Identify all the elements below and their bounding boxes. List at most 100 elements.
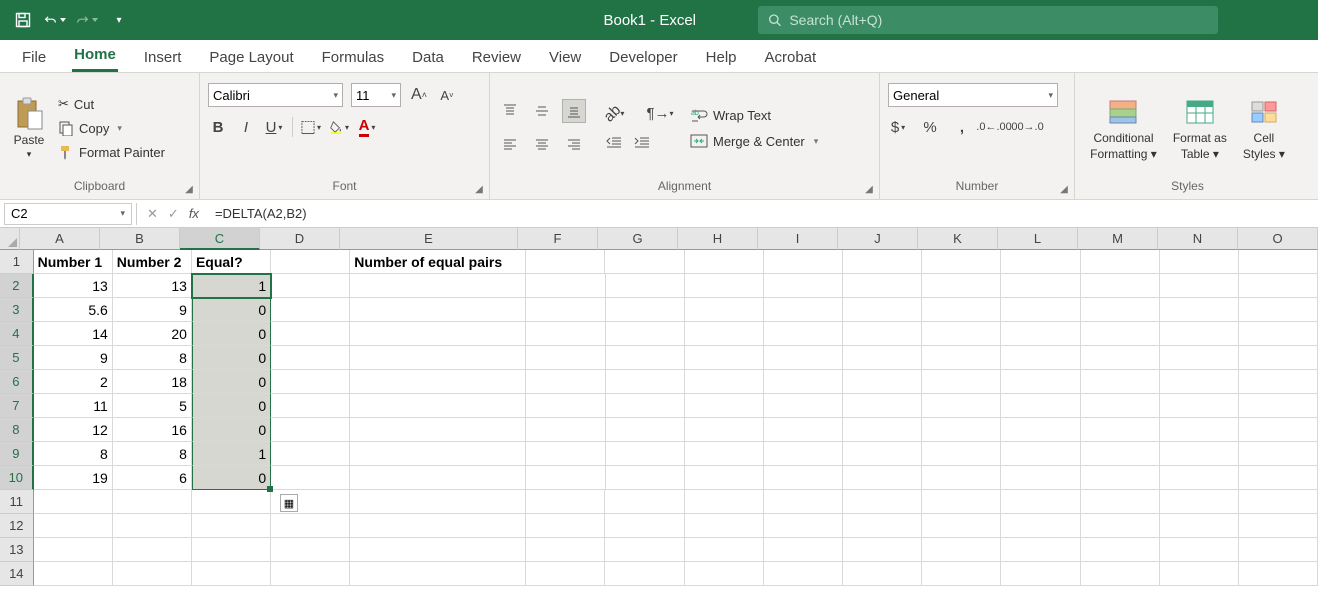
qat-customize-icon[interactable]: ▾: [108, 9, 130, 31]
cell[interactable]: [526, 370, 605, 394]
increase-font-icon[interactable]: A˄: [409, 85, 429, 105]
cell[interactable]: [1160, 562, 1239, 586]
cell[interactable]: [526, 394, 605, 418]
cell[interactable]: [843, 346, 922, 370]
underline-button[interactable]: U▾: [264, 117, 284, 137]
comma-button[interactable]: ,: [952, 117, 972, 137]
row-header[interactable]: 2: [0, 274, 34, 298]
cell[interactable]: [1001, 490, 1080, 514]
cell[interactable]: [1160, 298, 1239, 322]
cell[interactable]: 8: [113, 346, 192, 370]
row-header[interactable]: 1: [0, 250, 34, 274]
cell[interactable]: [526, 322, 605, 346]
cell[interactable]: 14: [34, 322, 113, 346]
cell[interactable]: [350, 274, 526, 298]
cell[interactable]: [1081, 322, 1160, 346]
cell[interactable]: 16: [113, 418, 192, 442]
cell[interactable]: [843, 466, 922, 490]
cell[interactable]: [1001, 394, 1080, 418]
cell[interactable]: [843, 490, 922, 514]
column-header[interactable]: E: [340, 228, 518, 250]
cell[interactable]: [1081, 466, 1160, 490]
cell[interactable]: [1001, 466, 1080, 490]
fill-handle[interactable]: [267, 486, 273, 492]
cell[interactable]: [922, 538, 1001, 562]
cell[interactable]: 0: [192, 322, 271, 346]
cell[interactable]: [113, 538, 192, 562]
column-header[interactable]: H: [678, 228, 758, 250]
cell[interactable]: [113, 490, 192, 514]
column-header[interactable]: F: [518, 228, 598, 250]
cell[interactable]: 11: [34, 394, 113, 418]
cell[interactable]: [606, 274, 685, 298]
cell[interactable]: 5.6: [34, 298, 113, 322]
cell[interactable]: [922, 322, 1001, 346]
column-header[interactable]: L: [998, 228, 1078, 250]
cell[interactable]: [1160, 490, 1239, 514]
cell[interactable]: [606, 298, 685, 322]
cell[interactable]: [764, 442, 843, 466]
cell[interactable]: 0: [192, 346, 271, 370]
cell[interactable]: [526, 418, 605, 442]
row-header[interactable]: 9: [0, 442, 34, 466]
cell[interactable]: [764, 322, 843, 346]
column-header[interactable]: C: [180, 228, 260, 250]
cell[interactable]: [685, 562, 764, 586]
dialog-launcher-icon[interactable]: ◢: [1058, 183, 1070, 195]
cell[interactable]: [1239, 370, 1318, 394]
cell[interactable]: [922, 274, 1001, 298]
align-bottom-icon[interactable]: [562, 99, 586, 123]
cell[interactable]: [1160, 514, 1239, 538]
italic-button[interactable]: I: [236, 117, 256, 137]
cell[interactable]: [34, 562, 113, 586]
cell[interactable]: [1239, 418, 1318, 442]
cell[interactable]: [922, 514, 1001, 538]
cell[interactable]: [922, 394, 1001, 418]
cell[interactable]: [764, 394, 843, 418]
cell[interactable]: [350, 394, 526, 418]
cell[interactable]: [1081, 490, 1160, 514]
cell[interactable]: [526, 562, 605, 586]
cell[interactable]: [350, 322, 526, 346]
cell[interactable]: [271, 298, 350, 322]
cell[interactable]: [1001, 562, 1080, 586]
fx-icon[interactable]: fx: [189, 206, 199, 221]
cell[interactable]: [271, 250, 350, 274]
cell[interactable]: [843, 562, 922, 586]
cell[interactable]: [764, 370, 843, 394]
cell[interactable]: [606, 370, 685, 394]
increase-decimal-icon[interactable]: .0←.00: [984, 117, 1004, 137]
paste-button[interactable]: Paste ▾: [8, 97, 50, 160]
cell[interactable]: [1160, 346, 1239, 370]
tab-acrobat[interactable]: Acrobat: [763, 45, 819, 72]
cell[interactable]: [764, 490, 843, 514]
column-header[interactable]: M: [1078, 228, 1158, 250]
orientation-button[interactable]: ab▾: [604, 103, 624, 123]
row-header[interactable]: 13: [0, 538, 34, 562]
cell[interactable]: [685, 442, 764, 466]
number-format-combo[interactable]: General▾: [888, 83, 1058, 107]
cell[interactable]: Number of equal pairs: [350, 250, 526, 274]
cell[interactable]: [1239, 514, 1318, 538]
cell[interactable]: [843, 370, 922, 394]
cell[interactable]: [1081, 250, 1160, 274]
cell[interactable]: [526, 346, 605, 370]
increase-indent-icon[interactable]: [632, 133, 652, 153]
cell[interactable]: [350, 346, 526, 370]
row-header[interactable]: 12: [0, 514, 34, 538]
cell[interactable]: 20: [113, 322, 192, 346]
cell[interactable]: [192, 514, 271, 538]
cell[interactable]: [1001, 250, 1080, 274]
cell[interactable]: [606, 418, 685, 442]
cell[interactable]: [526, 442, 605, 466]
cell[interactable]: [1160, 538, 1239, 562]
cell[interactable]: 0: [192, 418, 271, 442]
cell[interactable]: [764, 466, 843, 490]
accounting-format-button[interactable]: $▾: [888, 117, 908, 137]
cell[interactable]: 2: [34, 370, 113, 394]
percent-button[interactable]: %: [920, 117, 940, 137]
cell[interactable]: [764, 274, 843, 298]
column-header[interactable]: K: [918, 228, 998, 250]
font-size-combo[interactable]: 11▾: [351, 83, 401, 107]
cell[interactable]: [843, 394, 922, 418]
